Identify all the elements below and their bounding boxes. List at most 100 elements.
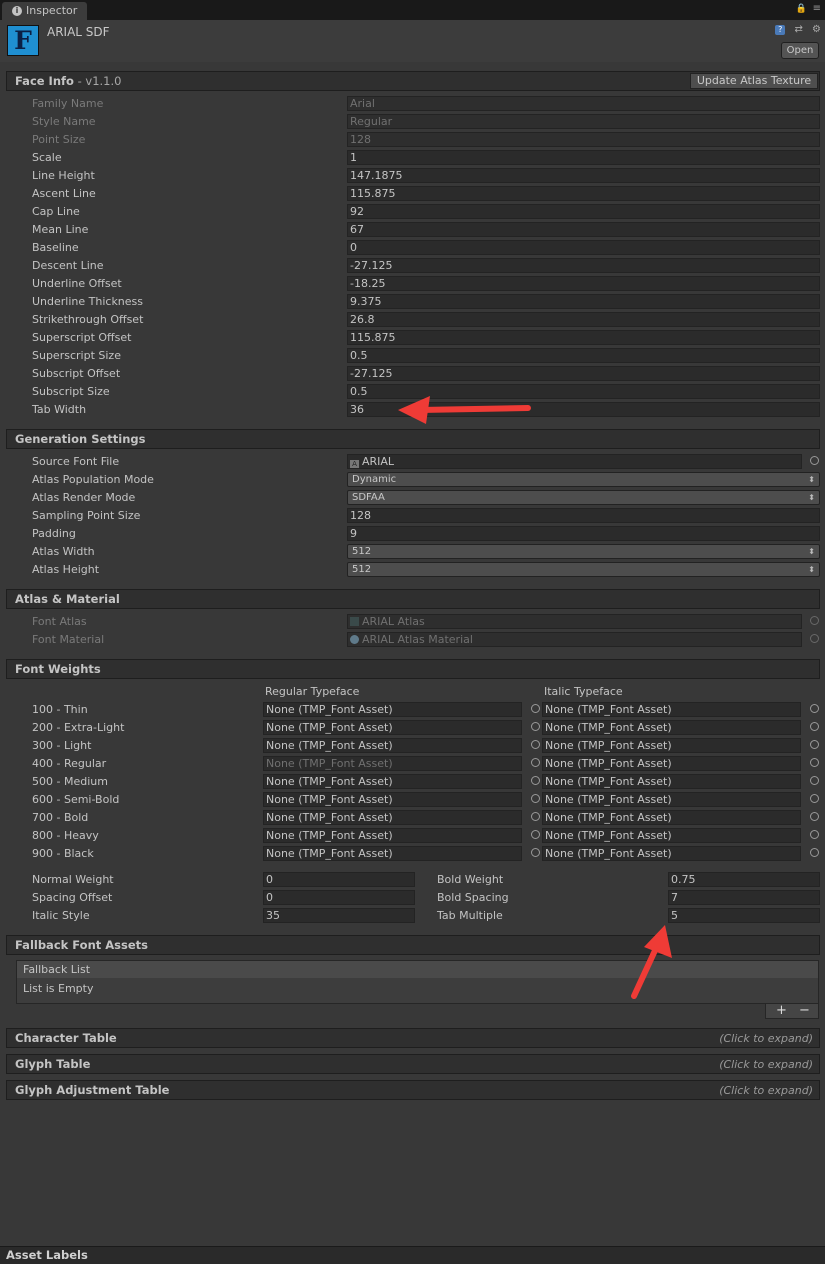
object-picker-icon[interactable] (531, 704, 540, 713)
object-picker-icon[interactable] (531, 830, 540, 839)
generation-settings-header[interactable]: Generation Settings (6, 429, 820, 449)
face-info-value-field[interactable]: 9.375 (347, 294, 820, 309)
padding-field[interactable]: 9 (347, 526, 820, 541)
face-info-header[interactable]: Face Info - v1.1.0 Update Atlas Texture (6, 71, 820, 91)
help-icon[interactable]: ? (775, 25, 786, 35)
face-info-value-field[interactable]: -27.125 (347, 258, 820, 273)
face-info-value-field: Arial (347, 96, 820, 111)
face-info-value-field[interactable]: -18.25 (347, 276, 820, 291)
object-picker-icon[interactable] (810, 740, 819, 749)
object-picker-icon[interactable] (810, 776, 819, 785)
face-info-value-field[interactable]: 92 (347, 204, 820, 219)
object-picker-icon[interactable] (810, 830, 819, 839)
atlas-width-value: 512 (352, 546, 372, 557)
italic-typeface-field[interactable]: None (TMP_Font Asset) (542, 774, 801, 789)
preset-icon[interactable]: ⇄ (794, 24, 802, 35)
regular-typeface-field[interactable]: None (TMP_Font Asset) (263, 774, 522, 789)
spacing-offset-field[interactable]: 0 (263, 890, 415, 905)
italic-typeface-field[interactable]: None (TMP_Font Asset) (542, 720, 801, 735)
face-info-value-field[interactable]: 67 (347, 222, 820, 237)
asset-labels-title: Asset Labels (6, 1248, 88, 1262)
object-picker-icon[interactable] (810, 848, 819, 857)
face-info-value-field[interactable]: 0 (347, 240, 820, 255)
add-item-button[interactable]: + (776, 1003, 787, 1018)
object-picker-icon[interactable] (810, 456, 819, 465)
tab-inspector[interactable]: i Inspector (2, 2, 87, 20)
lock-icon[interactable]: 🔒 (796, 4, 807, 14)
face-info-row: Subscript Offset -27.125 (0, 365, 825, 383)
open-button[interactable]: Open (781, 42, 819, 59)
population-mode-dropdown[interactable]: Dynamic ⬍ (347, 472, 820, 487)
remove-item-button[interactable]: − (799, 1003, 810, 1018)
regular-typeface-field[interactable]: None (TMP_Font Asset) (263, 792, 522, 807)
font-weights-header[interactable]: Font Weights (6, 659, 820, 679)
glyph-adjustment-header[interactable]: Glyph Adjustment Table (Click to expand) (6, 1080, 820, 1100)
dropdown-arrow-icon: ⬍ (808, 475, 815, 484)
regular-typeface-field[interactable]: None (TMP_Font Asset) (263, 846, 522, 861)
fallback-fonts-header[interactable]: Fallback Font Assets (6, 935, 820, 955)
italic-style-field[interactable]: 35 (263, 908, 415, 923)
object-picker-icon[interactable] (531, 758, 540, 767)
italic-typeface-field[interactable]: None (TMP_Font Asset) (542, 756, 801, 771)
face-info-value-field[interactable]: 115.875 (347, 330, 820, 345)
face-info-label: Strikethrough Offset (32, 313, 144, 326)
regular-typeface-field[interactable]: None (TMP_Font Asset) (263, 810, 522, 825)
object-picker-icon[interactable] (531, 794, 540, 803)
tab-multiple-field[interactable]: 5 (668, 908, 820, 923)
regular-typeface-field[interactable]: None (TMP_Font Asset) (263, 828, 522, 843)
italic-typeface-field[interactable]: None (TMP_Font Asset) (542, 810, 801, 825)
regular-typeface-field[interactable]: None (TMP_Font Asset) (263, 720, 522, 735)
face-info-value-field[interactable]: 0.5 (347, 348, 820, 363)
atlas-height-value: 512 (352, 564, 372, 575)
menu-icon[interactable]: ≡ (813, 3, 821, 14)
italic-typeface-field[interactable]: None (TMP_Font Asset) (542, 738, 801, 753)
face-info-value-field[interactable]: 36 (347, 402, 820, 417)
bold-weight-field[interactable]: 0.75 (668, 872, 820, 887)
object-picker-icon[interactable] (531, 812, 540, 821)
update-atlas-button[interactable]: Update Atlas Texture (690, 73, 818, 89)
face-info-value-field[interactable]: -27.125 (347, 366, 820, 381)
font-material-label: Font Material (32, 633, 105, 646)
fallback-fonts-title: Fallback Font Assets (15, 938, 148, 952)
normal-weight-field[interactable]: 0 (263, 872, 415, 887)
sampling-size-label: Sampling Point Size (32, 509, 141, 522)
glyph-table-title: Glyph Table (15, 1057, 91, 1071)
italic-typeface-field[interactable]: None (TMP_Font Asset) (542, 846, 801, 861)
object-picker-icon[interactable] (810, 758, 819, 767)
face-info-row: Mean Line 67 (0, 221, 825, 239)
population-mode-row: Atlas Population Mode Dynamic ⬍ (0, 471, 825, 489)
face-info-value-field[interactable]: 0.5 (347, 384, 820, 399)
fallback-list[interactable]: Fallback List List is Empty (16, 960, 819, 1004)
asset-labels-bar[interactable]: Asset Labels (0, 1246, 825, 1264)
object-picker-icon[interactable] (810, 794, 819, 803)
bold-spacing-field[interactable]: 7 (668, 890, 820, 905)
italic-typeface-field[interactable]: None (TMP_Font Asset) (542, 792, 801, 807)
character-table-header[interactable]: Character Table (Click to expand) (6, 1028, 820, 1048)
glyph-table-header[interactable]: Glyph Table (Click to expand) (6, 1054, 820, 1074)
font-weight-row: 100 - Thin None (TMP_Font Asset) None (TMP… (0, 701, 825, 719)
gear-icon[interactable]: ⚙ (812, 24, 821, 35)
object-picker-icon[interactable] (531, 740, 540, 749)
atlas-material-header[interactable]: Atlas & Material (6, 589, 820, 609)
regular-typeface-field[interactable]: None (TMP_Font Asset) (263, 756, 522, 771)
render-mode-dropdown[interactable]: SDFAA ⬍ (347, 490, 820, 505)
atlas-width-dropdown[interactable]: 512 ⬍ (347, 544, 820, 559)
regular-typeface-field[interactable]: None (TMP_Font Asset) (263, 702, 522, 717)
object-picker-icon[interactable] (810, 722, 819, 731)
face-info-value-field[interactable]: 1 (347, 150, 820, 165)
object-picker-icon[interactable] (810, 812, 819, 821)
object-picker-icon[interactable] (531, 848, 540, 857)
face-info-label: Family Name (32, 97, 104, 110)
italic-typeface-field[interactable]: None (TMP_Font Asset) (542, 828, 801, 843)
object-picker-icon[interactable] (810, 704, 819, 713)
italic-typeface-field[interactable]: None (TMP_Font Asset) (542, 702, 801, 717)
object-picker-icon[interactable] (531, 722, 540, 731)
regular-typeface-field[interactable]: None (TMP_Font Asset) (263, 738, 522, 753)
atlas-height-dropdown[interactable]: 512 ⬍ (347, 562, 820, 577)
face-info-value-field[interactable]: 147.1875 (347, 168, 820, 183)
face-info-value-field[interactable]: 115.875 (347, 186, 820, 201)
sampling-size-field[interactable]: 128 (347, 508, 820, 523)
face-info-value-field[interactable]: 26.8 (347, 312, 820, 327)
object-picker-icon[interactable] (531, 776, 540, 785)
source-font-field[interactable]: A ARIAL (347, 454, 802, 469)
